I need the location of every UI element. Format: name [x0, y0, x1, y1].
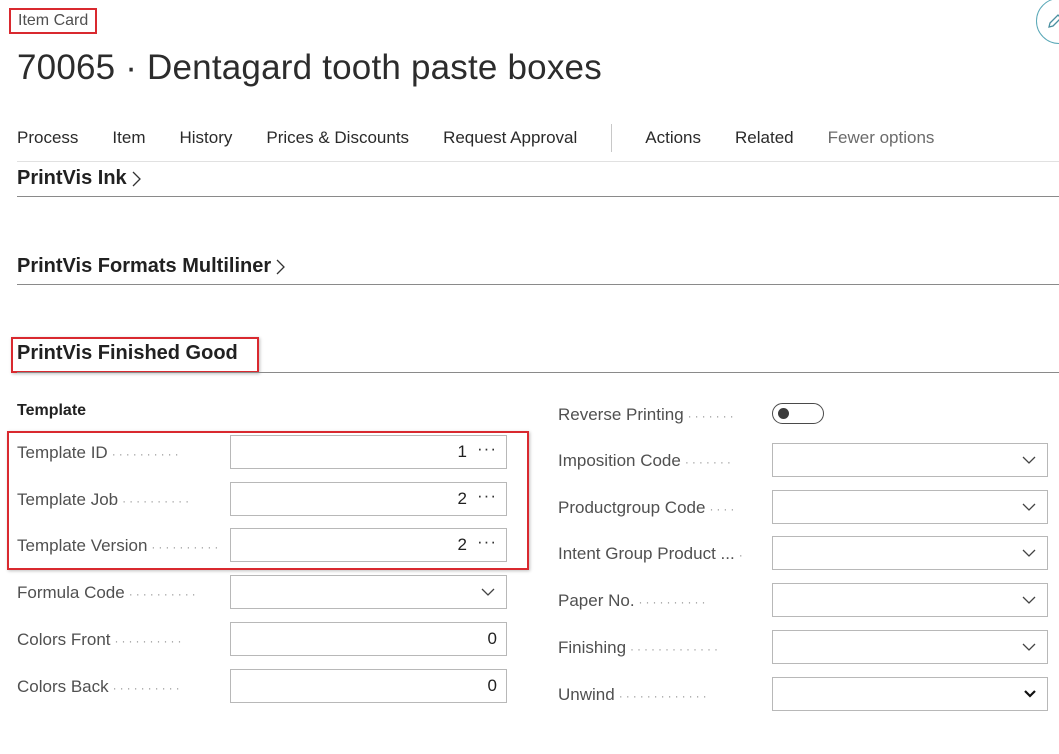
field-label: Productgroup Code ···· — [558, 498, 738, 517]
colors-back-input[interactable]: 0 — [230, 669, 507, 703]
formula-code-select[interactable] — [230, 575, 507, 609]
chevron-down-icon — [1022, 643, 1036, 651]
template-version-input[interactable]: 2 ··· — [230, 528, 507, 562]
section-printvis-formats[interactable]: PrintVis Formats Multiliner — [17, 255, 286, 278]
action-item[interactable]: Item — [112, 128, 145, 148]
pencil-icon — [1048, 14, 1059, 28]
section-divider — [17, 284, 1059, 285]
chevron-down-icon — [1022, 596, 1036, 604]
unwind-select[interactable] — [772, 677, 1048, 711]
chevron-down-icon — [1022, 503, 1036, 511]
section-printvis-finished-good[interactable]: PrintVis Finished Good — [17, 342, 238, 365]
field-label: Paper No. ·········· — [558, 591, 709, 610]
section-divider — [17, 196, 1059, 197]
field-label: Formula Code ·········· — [17, 583, 199, 602]
section-title-ink: PrintVis Ink — [17, 167, 127, 189]
imposition-code-select[interactable] — [772, 443, 1048, 477]
field-label: Unwind ············· — [558, 685, 710, 704]
intent-group-product-select[interactable] — [772, 536, 1048, 570]
field-label: Template Job ·········· — [17, 490, 193, 509]
field-label: Imposition Code ······· — [558, 451, 734, 470]
field-label: Colors Back ·········· — [17, 677, 183, 696]
section-divider — [17, 372, 1059, 373]
breadcrumb: Item Card — [9, 8, 98, 34]
paper-no-select[interactable] — [772, 583, 1048, 617]
field-label: Colors Front ·········· — [17, 630, 185, 649]
section-title-finished: PrintVis Finished Good — [17, 342, 238, 364]
chevron-right-icon — [276, 259, 286, 274]
action-bar: Process Item History Prices & Discounts … — [17, 124, 968, 152]
action-process[interactable]: Process — [17, 128, 78, 148]
chevron-down-icon — [1022, 549, 1036, 557]
action-separator — [611, 124, 613, 152]
action-related[interactable]: Related — [735, 128, 794, 148]
group-label-template: Template — [17, 402, 87, 419]
field-label: Template ID ·········· — [17, 443, 182, 462]
colors-front-input[interactable]: 0 — [230, 622, 507, 656]
section-title-formats: PrintVis Formats Multiliner — [17, 255, 272, 277]
field-label: Template Version ·········· — [17, 536, 222, 555]
field-label: Reverse Printing ······· — [558, 405, 737, 424]
section-printvis-ink[interactable]: PrintVis Ink — [17, 167, 142, 190]
action-request-approval[interactable]: Request Approval — [443, 128, 577, 148]
field-label: Finishing ············· — [558, 638, 721, 657]
chevron-down-icon — [1024, 690, 1036, 698]
action-actions[interactable]: Actions — [645, 128, 701, 148]
reverse-printing-toggle[interactable] — [772, 403, 824, 424]
finishing-select[interactable] — [772, 630, 1048, 664]
page-title: 70065 · Dentagard tooth paste boxes — [17, 48, 602, 87]
chevron-right-icon — [132, 171, 141, 186]
template-id-input[interactable]: 1 ··· — [230, 435, 507, 469]
lookup-icon[interactable]: ··· — [477, 439, 497, 459]
template-job-input[interactable]: 2 ··· — [230, 482, 507, 516]
action-prices-discounts[interactable]: Prices & Discounts — [266, 128, 409, 148]
action-history[interactable]: History — [179, 128, 232, 148]
lookup-icon[interactable]: ··· — [477, 532, 497, 552]
fewer-options-button[interactable]: Fewer options — [828, 128, 935, 148]
edit-button[interactable] — [1036, 0, 1059, 44]
chevron-down-icon — [1022, 456, 1036, 464]
chevron-down-icon — [481, 588, 495, 596]
field-label: Intent Group Product ... · — [558, 544, 746, 563]
toggle-knob — [778, 408, 789, 419]
productgroup-code-select[interactable] — [772, 490, 1048, 524]
lookup-icon[interactable]: ··· — [477, 486, 497, 506]
action-bar-divider — [17, 161, 1059, 162]
